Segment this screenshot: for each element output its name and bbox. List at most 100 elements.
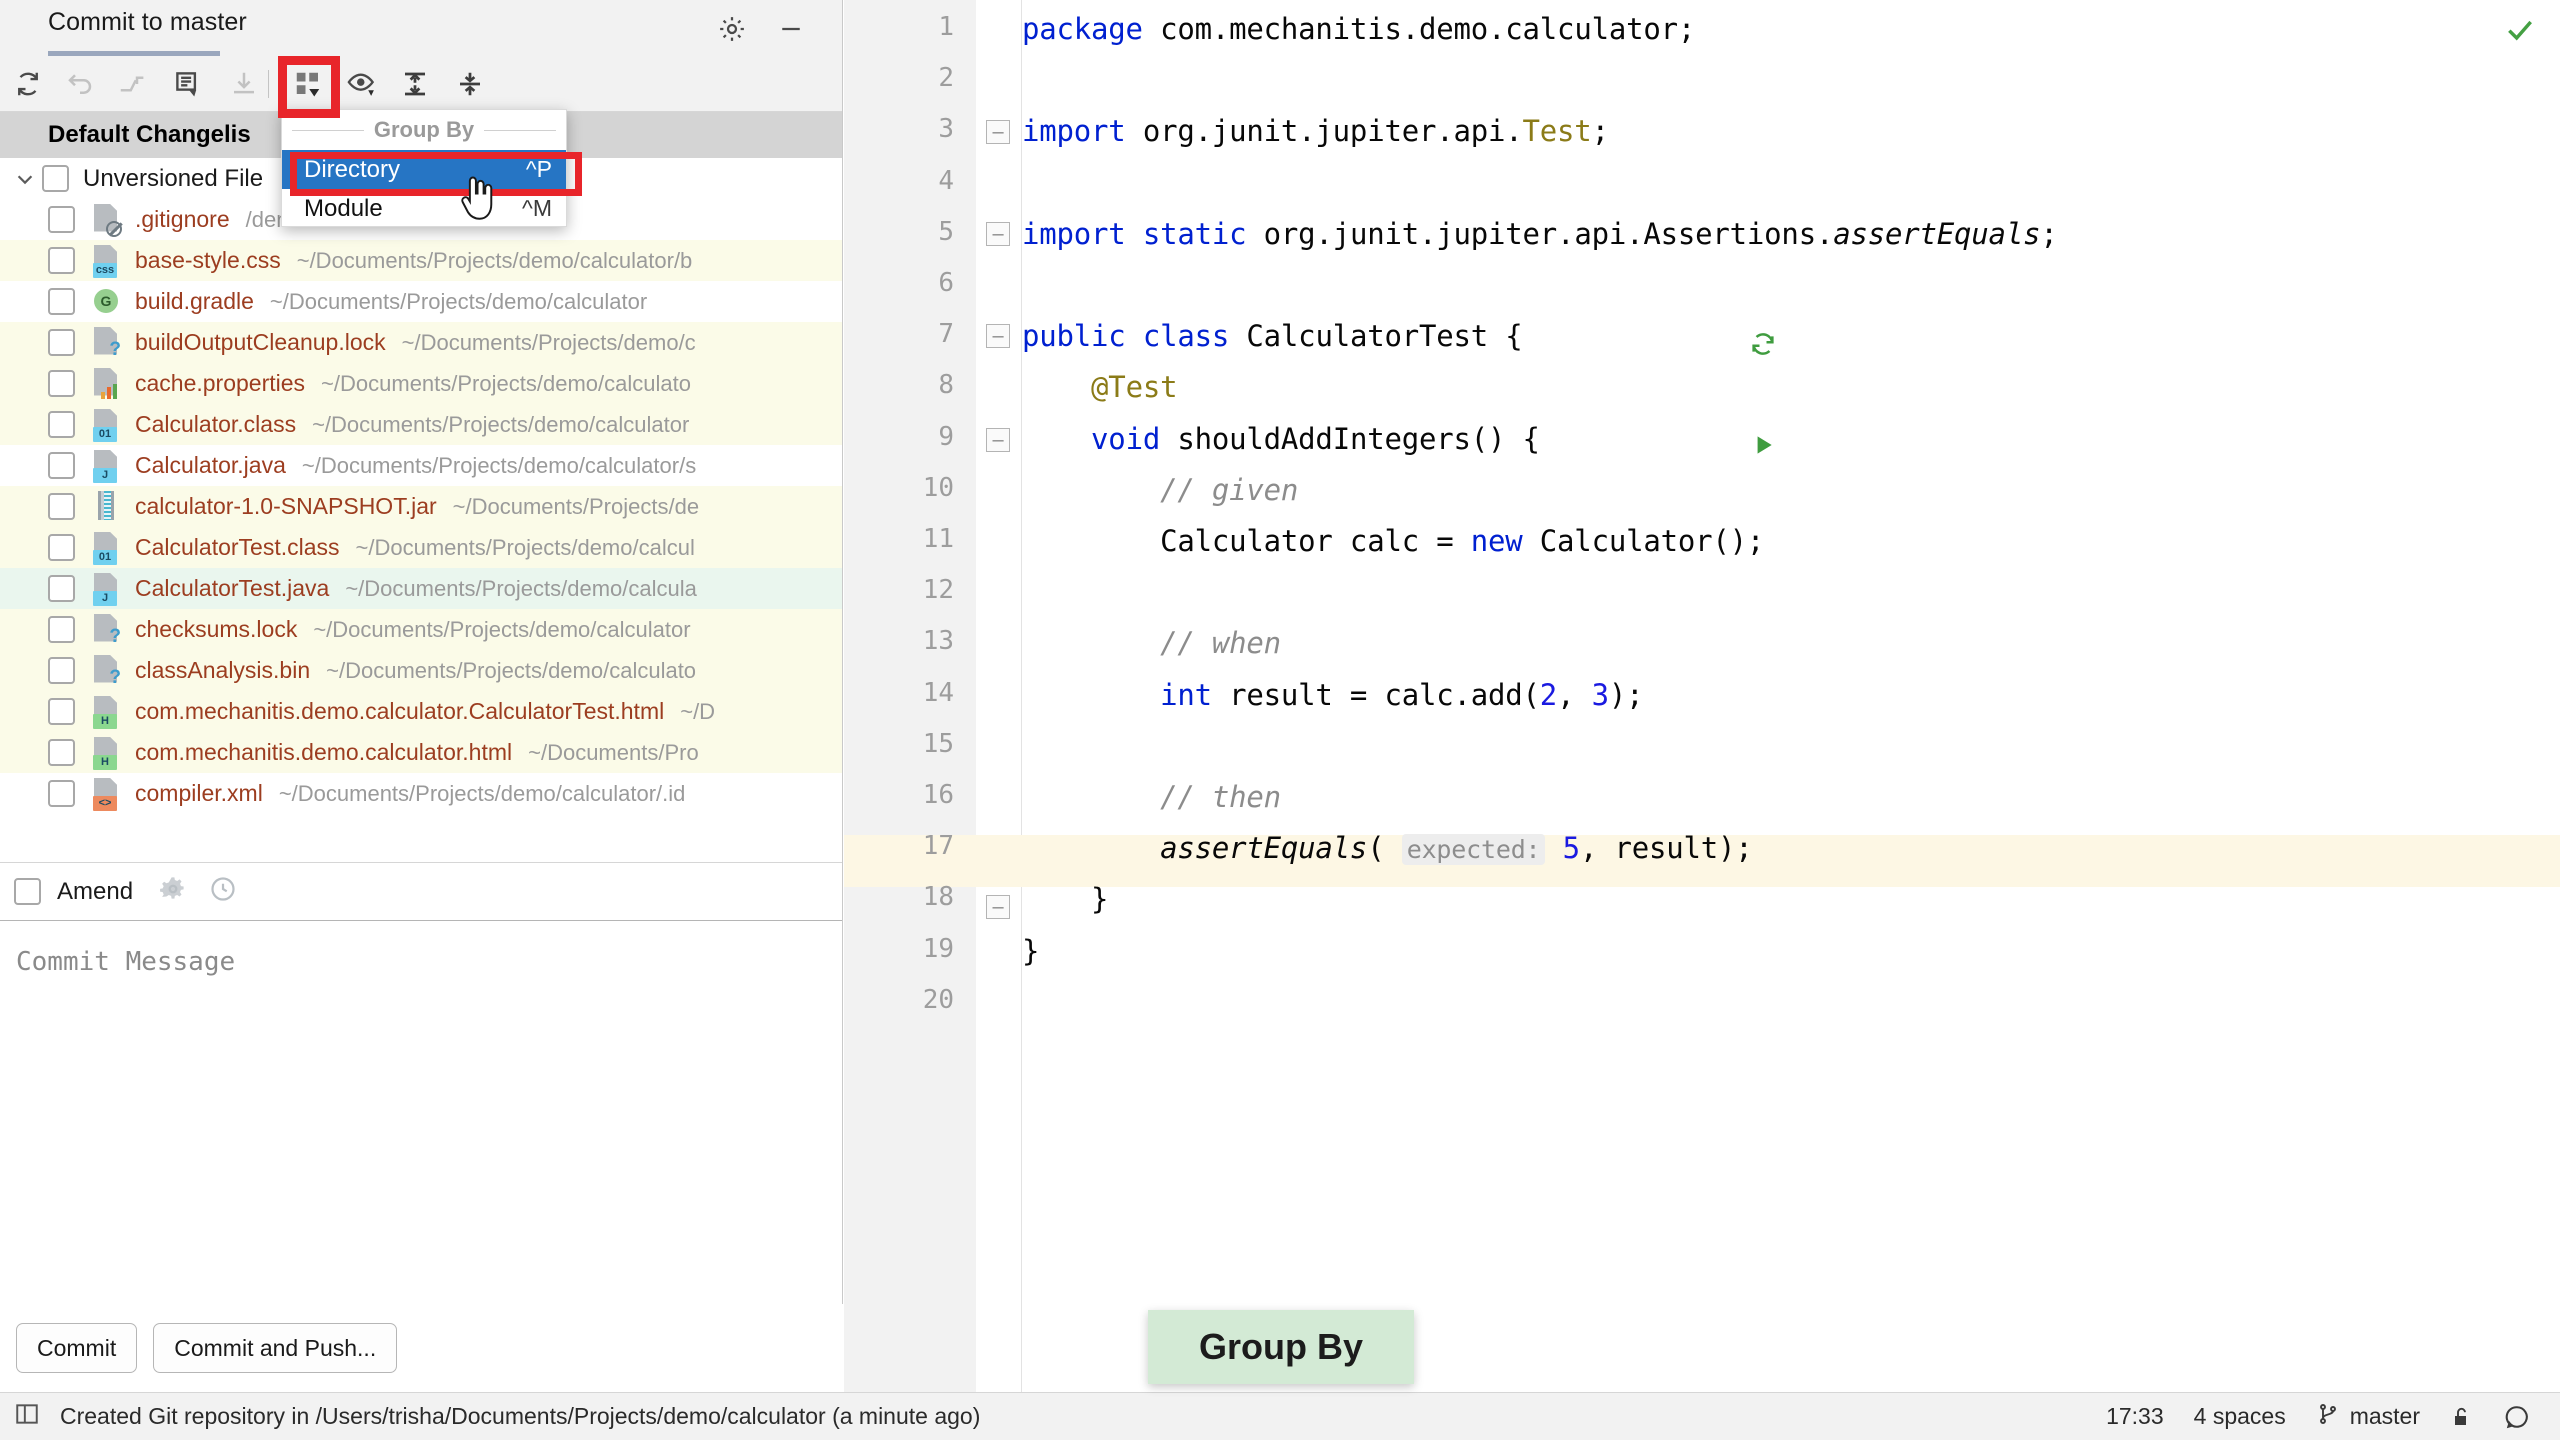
checkbox-unversioned-files[interactable]: [42, 165, 69, 192]
gear-icon[interactable]: [717, 14, 747, 44]
checkbox-file[interactable]: [48, 452, 75, 479]
checkbox-file[interactable]: [48, 493, 75, 520]
file-path: ~/Documents/Projects/demo/calculato: [321, 370, 691, 396]
table-row[interactable]: ? buildOutputCleanup.lock ~/Documents/Proj…: [0, 322, 842, 363]
commit-button[interactable]: Commit: [16, 1323, 138, 1373]
code-line[interactable]: import org.junit.jupiter.api.Test;: [1022, 114, 1609, 148]
update-project-icon: [224, 64, 264, 104]
menu-item-module[interactable]: Module ^M: [282, 189, 566, 228]
tab-commit-to-master[interactable]: Commit to master: [48, 8, 247, 37]
code-line[interactable]: package com.mechanitis.demo.calculator;: [1022, 12, 1695, 46]
fold-marker-method[interactable]: –: [986, 428, 1010, 452]
code-line[interactable]: import static org.junit.jupiter.api.Asse…: [1022, 217, 2058, 251]
table-row[interactable]: J CalculatorTest.java ~/Documents/Projects…: [0, 568, 842, 609]
status-indent[interactable]: 4 spaces: [2194, 1403, 2286, 1430]
toggle-toolwindow-icon[interactable]: [14, 1401, 40, 1432]
gear-icon[interactable]: [159, 875, 187, 908]
code-line[interactable]: }: [1022, 934, 1039, 968]
ide-window: Commit to master Default Changelis Unver…: [0, 0, 2560, 1440]
branch-icon: [2316, 1402, 2340, 1432]
line-number: 10: [922, 472, 954, 503]
properties-file-icon: [91, 367, 121, 401]
menu-item-directory[interactable]: Directory ^P: [282, 150, 566, 189]
file-name: calculator-1.0-SNAPSHOT.jar: [135, 493, 437, 519]
status-branch[interactable]: master: [2316, 1402, 2420, 1432]
fold-marker-method-end[interactable]: –: [986, 895, 1010, 919]
code-line[interactable]: // when: [1022, 626, 1281, 660]
fold-marker-static-import[interactable]: –: [986, 222, 1010, 246]
table-row[interactable]: cache.properties ~/Documents/Projects/dem…: [0, 363, 842, 404]
line-number: 2: [938, 63, 954, 94]
line-number: 17: [922, 831, 954, 862]
table-row[interactable]: 01 CalculatorTest.class ~/Documents/Projec…: [0, 527, 842, 568]
group-by-popup-menu[interactable]: Group By Directory ^P Module ^M: [281, 109, 567, 227]
checkbox-file[interactable]: [48, 657, 75, 684]
unlock-icon[interactable]: [2450, 1405, 2474, 1429]
code-editor[interactable]: 1 2 3 4 5 6 7 8 9 10 11 12 13 14 15 16 17 18 19 20 package …: [844, 0, 2560, 1392]
code-line[interactable]: }: [1022, 882, 1108, 916]
table-row[interactable]: calculator-1.0-SNAPSHOT.jar ~/Documents/P…: [0, 486, 842, 527]
checkbox-amend[interactable]: [14, 878, 41, 905]
checkbox-file[interactable]: [48, 329, 75, 356]
minimize-icon[interactable]: [776, 14, 806, 44]
status-time[interactable]: 17:33: [2106, 1403, 2164, 1430]
code-line[interactable]: // given: [1022, 473, 1298, 507]
code-line[interactable]: @Test: [1022, 370, 1178, 404]
table-row[interactable]: J Calculator.java ~/Documents/Projects/dem…: [0, 445, 842, 486]
table-row[interactable]: css base-style.css ~/Documents/Projects/de…: [0, 240, 842, 281]
commit-and-push-button[interactable]: Commit and Push...: [153, 1323, 398, 1373]
table-row[interactable]: Hcom.mechanitis.demo.calculator.html ~/Do…: [0, 732, 842, 773]
preview-diff-icon[interactable]: [342, 64, 382, 104]
checkbox-file[interactable]: [48, 206, 75, 233]
editor-gutter-icons[interactable]: [976, 0, 1022, 1392]
file-name: com.mechanitis.demo.calculator.Calculato…: [135, 698, 665, 724]
html-file-icon: H: [91, 695, 121, 729]
checkbox-file[interactable]: [48, 534, 75, 561]
file-name: CalculatorTest.class: [135, 534, 340, 560]
unversioned-file-tree[interactable]: Unversioned File .gitignore/demo/calcula…: [0, 158, 842, 862]
code-line[interactable]: void shouldAddIntegers() {: [1022, 422, 1540, 456]
checkbox-file[interactable]: [48, 411, 75, 438]
unknown-file-icon: ?: [91, 613, 121, 647]
checkbox-file[interactable]: [48, 780, 75, 807]
checkbox-file[interactable]: [48, 616, 75, 643]
checkbox-file[interactable]: [48, 575, 75, 602]
checkbox-file[interactable]: [48, 370, 75, 397]
history-clock-icon[interactable]: [209, 875, 237, 908]
java-file-icon: J: [91, 572, 121, 606]
group-by-tooltip: Group By: [1148, 1310, 1414, 1384]
expand-all-icon[interactable]: [395, 64, 435, 104]
table-row[interactable]: ? classAnalysis.bin ~/Documents/Projects/d…: [0, 650, 842, 691]
fold-marker-imports[interactable]: –: [986, 120, 1010, 144]
checkbox-file[interactable]: [48, 247, 75, 274]
code-line[interactable]: public class CalculatorTest {: [1022, 319, 1523, 353]
checkbox-file[interactable]: [48, 698, 75, 725]
file-row-list: .gitignore/demo/calculator/.ideacssbase-…: [0, 199, 842, 814]
chevron-down-icon[interactable]: [8, 168, 42, 190]
refresh-icon[interactable]: [8, 64, 48, 104]
fold-marker-class[interactable]: –: [986, 324, 1010, 348]
table-row[interactable]: ? checksums.lock ~/Documents/Projects/demo…: [0, 609, 842, 650]
table-row[interactable]: Gbuild.gradle ~/Documents/Projects/demo/c…: [0, 281, 842, 322]
checkbox-file[interactable]: [48, 739, 75, 766]
code-line[interactable]: assertEquals( expected: 5, result);: [1022, 831, 1753, 866]
file-path: ~/Documents/Projects/demo/calculator/.id: [278, 780, 686, 806]
file-ignored-icon: [91, 203, 122, 237]
notification-bubble-icon[interactable]: [2504, 1404, 2530, 1430]
status-bar-right: 17:33 4 spaces master: [2106, 1402, 2530, 1432]
table-row[interactable]: Hcom.mechanitis.demo.calculator.Calculat…: [0, 691, 842, 732]
table-row[interactable]: 01 Calculator.class ~/Documents/Projects/d…: [0, 404, 842, 445]
line-number: 9: [938, 421, 954, 452]
menu-item-shortcut: ^M: [522, 195, 552, 221]
show-diff-icon[interactable]: [168, 64, 208, 104]
code-line[interactable]: int result = calc.add(2, 3);: [1022, 678, 1644, 712]
code-line[interactable]: // then: [1022, 780, 1281, 814]
inspection-ok-icon[interactable]: [2504, 14, 2536, 54]
checkbox-file[interactable]: [48, 288, 75, 315]
group-by-icon[interactable]: [288, 64, 328, 104]
code-line[interactable]: Calculator calc = new Calculator();: [1022, 524, 1764, 558]
run-test-method-icon[interactable]: [1750, 432, 1776, 463]
table-row[interactable]: <> compiler.xml ~/Documents/Projects/demo/…: [0, 773, 842, 814]
run-test-class-icon[interactable]: [1749, 330, 1777, 363]
collapse-all-icon[interactable]: [450, 64, 490, 104]
